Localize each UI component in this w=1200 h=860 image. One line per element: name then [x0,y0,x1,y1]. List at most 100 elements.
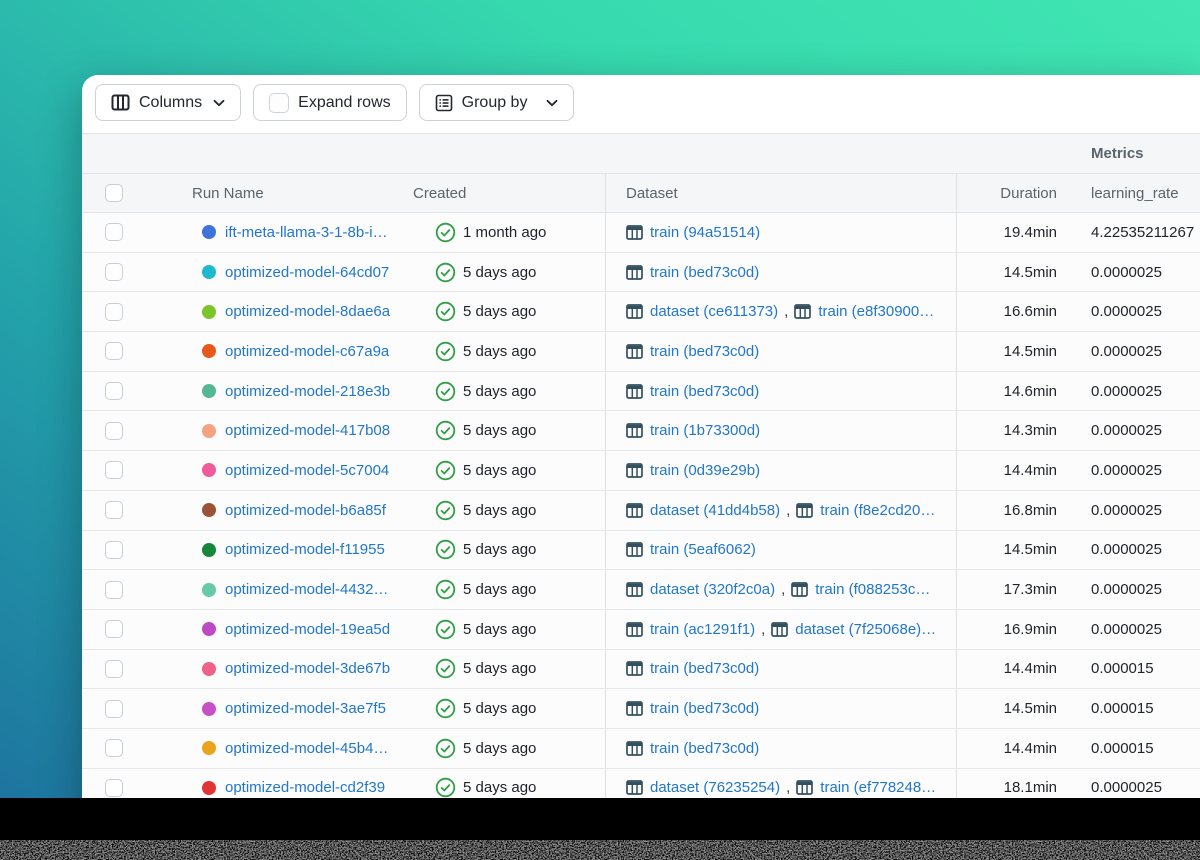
row-checkbox[interactable] [105,659,123,678]
finished-check-icon [435,341,456,362]
row-checkbox[interactable] [105,302,123,321]
dataset-link[interactable]: dataset (41dd4b58) [626,502,780,519]
row-checkbox[interactable] [105,421,123,440]
dataset-cell: train (5eaf6062) [605,530,957,570]
dataset-link[interactable]: train (f088253c… [791,581,930,598]
row-checkbox[interactable] [105,501,123,520]
run-name-link[interactable]: optimized-model-3ae7f5 [225,700,386,717]
dataset-link[interactable]: train (f8e2cd20… [796,502,935,519]
expand-rows-button[interactable]: Expand rows [253,84,407,121]
dataset-link[interactable]: train (ef778248… [796,779,936,796]
run-name-link[interactable]: optimized-model-5c7004 [225,462,389,479]
row-checkbox[interactable] [105,223,123,242]
table-row[interactable]: optimized-model-4432… 5 days ago dataset… [82,570,1200,610]
table-row[interactable]: optimized-model-64cd07 5 days ago train … [82,252,1200,293]
table-row[interactable]: optimized-model-b6a85f 5 days ago datase… [82,490,1200,531]
table-row[interactable]: optimized-model-218e3b 5 days ago train … [82,371,1200,412]
row-checkbox[interactable] [105,580,123,599]
table-row[interactable]: optimized-model-3ae7f5 5 days ago train … [82,689,1200,729]
run-name-link[interactable]: optimized-model-f11955 [225,541,385,558]
run-color-dot [202,622,216,637]
select-all-checkbox[interactable] [105,184,123,202]
learning-rate-value: 4.22535211267 [1091,223,1195,241]
dataset-link[interactable]: train (5eaf6062) [626,541,756,558]
row-checkbox[interactable] [105,739,123,758]
columns-button[interactable]: Columns [95,84,242,121]
table-icon [796,780,814,796]
run-name-link[interactable]: optimized-model-45b4… [225,740,388,757]
learning-rate-value: 0.0000025 [1091,541,1162,559]
table-row[interactable]: optimized-model-f11955 5 days ago train … [82,530,1200,571]
created-label: 5 days ago [463,263,537,281]
dataset-link[interactable]: dataset (ce611373) [626,303,778,320]
row-checkbox[interactable] [105,778,123,797]
table-row[interactable]: optimized-model-5c7004 5 days ago train … [82,451,1200,491]
dataset-link[interactable]: dataset (7f25068e)… [771,621,936,638]
table-row[interactable]: optimized-model-45b4… 5 days ago train (… [82,728,1200,769]
table-icon [626,423,643,439]
dataset-link[interactable]: dataset (76235254) [626,779,780,796]
table-body: ift-meta-llama-3-1-8b-i… 1 month ago tra… [82,213,1200,809]
dataset-link[interactable]: train (bed73c0d) [626,343,759,360]
dataset-column-header[interactable]: Dataset [605,174,957,212]
run-name-link[interactable]: optimized-model-218e3b [225,383,390,400]
table-icon [626,463,643,478]
dataset-link[interactable]: train (1b73300d) [626,422,760,439]
dataset-cell: train (bed73c0d) [605,649,957,689]
chevron-down-icon [546,99,558,107]
run-name-link[interactable]: optimized-model-8dae6a [225,303,390,320]
run-color-dot [202,542,216,557]
dataset-link[interactable]: train (bed73c0d) [626,264,759,281]
table-row[interactable]: optimized-model-c67a9a 5 days ago train … [82,332,1200,372]
run-name-link[interactable]: optimized-model-64cd07 [225,264,389,281]
run-name-link[interactable]: optimized-model-4432… [225,581,388,598]
table-row[interactable]: optimized-model-417b08 5 days ago train … [82,411,1200,452]
table-row[interactable]: ift-meta-llama-3-1-8b-i… 1 month ago tra… [82,213,1200,253]
created-column-header[interactable]: Created [405,174,605,212]
dataset-link[interactable]: train (bed73c0d) [626,700,759,717]
table-icon [626,502,643,518]
row-checkbox[interactable] [105,699,123,718]
dataset-link[interactable]: dataset (320f2c0a) [626,581,775,598]
learning-rate-value: 0.000015 [1091,660,1154,678]
run-name-link[interactable]: optimized-model-b6a85f [225,502,386,519]
row-checkbox[interactable] [105,263,123,282]
row-checkbox[interactable] [105,540,123,559]
row-checkbox[interactable] [105,620,123,639]
run-name-link[interactable]: optimized-model-417b08 [225,422,390,439]
dataset-cell: train (bed73c0d) [605,332,957,371]
run-name-link[interactable]: optimized-model-19ea5d [225,621,390,638]
run-name-link[interactable]: optimized-model-c67a9a [225,343,389,360]
group-by-button[interactable]: Group by [418,84,575,121]
table-row[interactable]: optimized-model-3de67b 5 days ago train … [82,649,1200,690]
learning-rate-column-header[interactable]: learning_rate [1065,174,1200,212]
run-color-dot [202,344,216,359]
run-color-dot [202,463,216,478]
dataset-cell: train (bed73c0d) [605,252,957,292]
dataset-link[interactable]: train (ac1291f1) [626,621,755,638]
dataset-link[interactable]: train (bed73c0d) [626,660,759,677]
table-row[interactable]: optimized-model-8dae6a 5 days ago datase… [82,292,1200,333]
dataset-link[interactable]: train (bed73c0d) [626,383,759,400]
dataset-link[interactable]: train (94a51514) [626,224,760,241]
table-icon [796,502,814,518]
run-name-column-header[interactable]: Run Name [140,174,405,212]
finished-check-icon [435,301,456,322]
table-row[interactable]: optimized-model-19ea5d 5 days ago train … [82,609,1200,650]
row-checkbox[interactable] [105,342,123,361]
row-checkbox[interactable] [105,382,123,401]
row-checkbox[interactable] [105,461,123,480]
table-icon [626,780,643,796]
created-label: 5 days ago [463,303,537,321]
run-color-dot [202,423,216,438]
run-name-link[interactable]: optimized-model-3de67b [225,660,390,677]
duration-column-header[interactable]: Duration [957,174,1065,212]
expand-rows-checkbox[interactable] [269,92,290,113]
dataset-link[interactable]: train (e8f30900… [794,303,934,320]
run-color-dot [202,503,216,518]
dataset-link[interactable]: train (0d39e29b) [626,462,760,479]
column-group-header-row: Metrics [82,133,1200,173]
run-name-link[interactable]: ift-meta-llama-3-1-8b-i… [225,224,388,241]
run-name-link[interactable]: optimized-model-cd2f39 [225,779,385,796]
dataset-link[interactable]: train (bed73c0d) [626,740,759,757]
